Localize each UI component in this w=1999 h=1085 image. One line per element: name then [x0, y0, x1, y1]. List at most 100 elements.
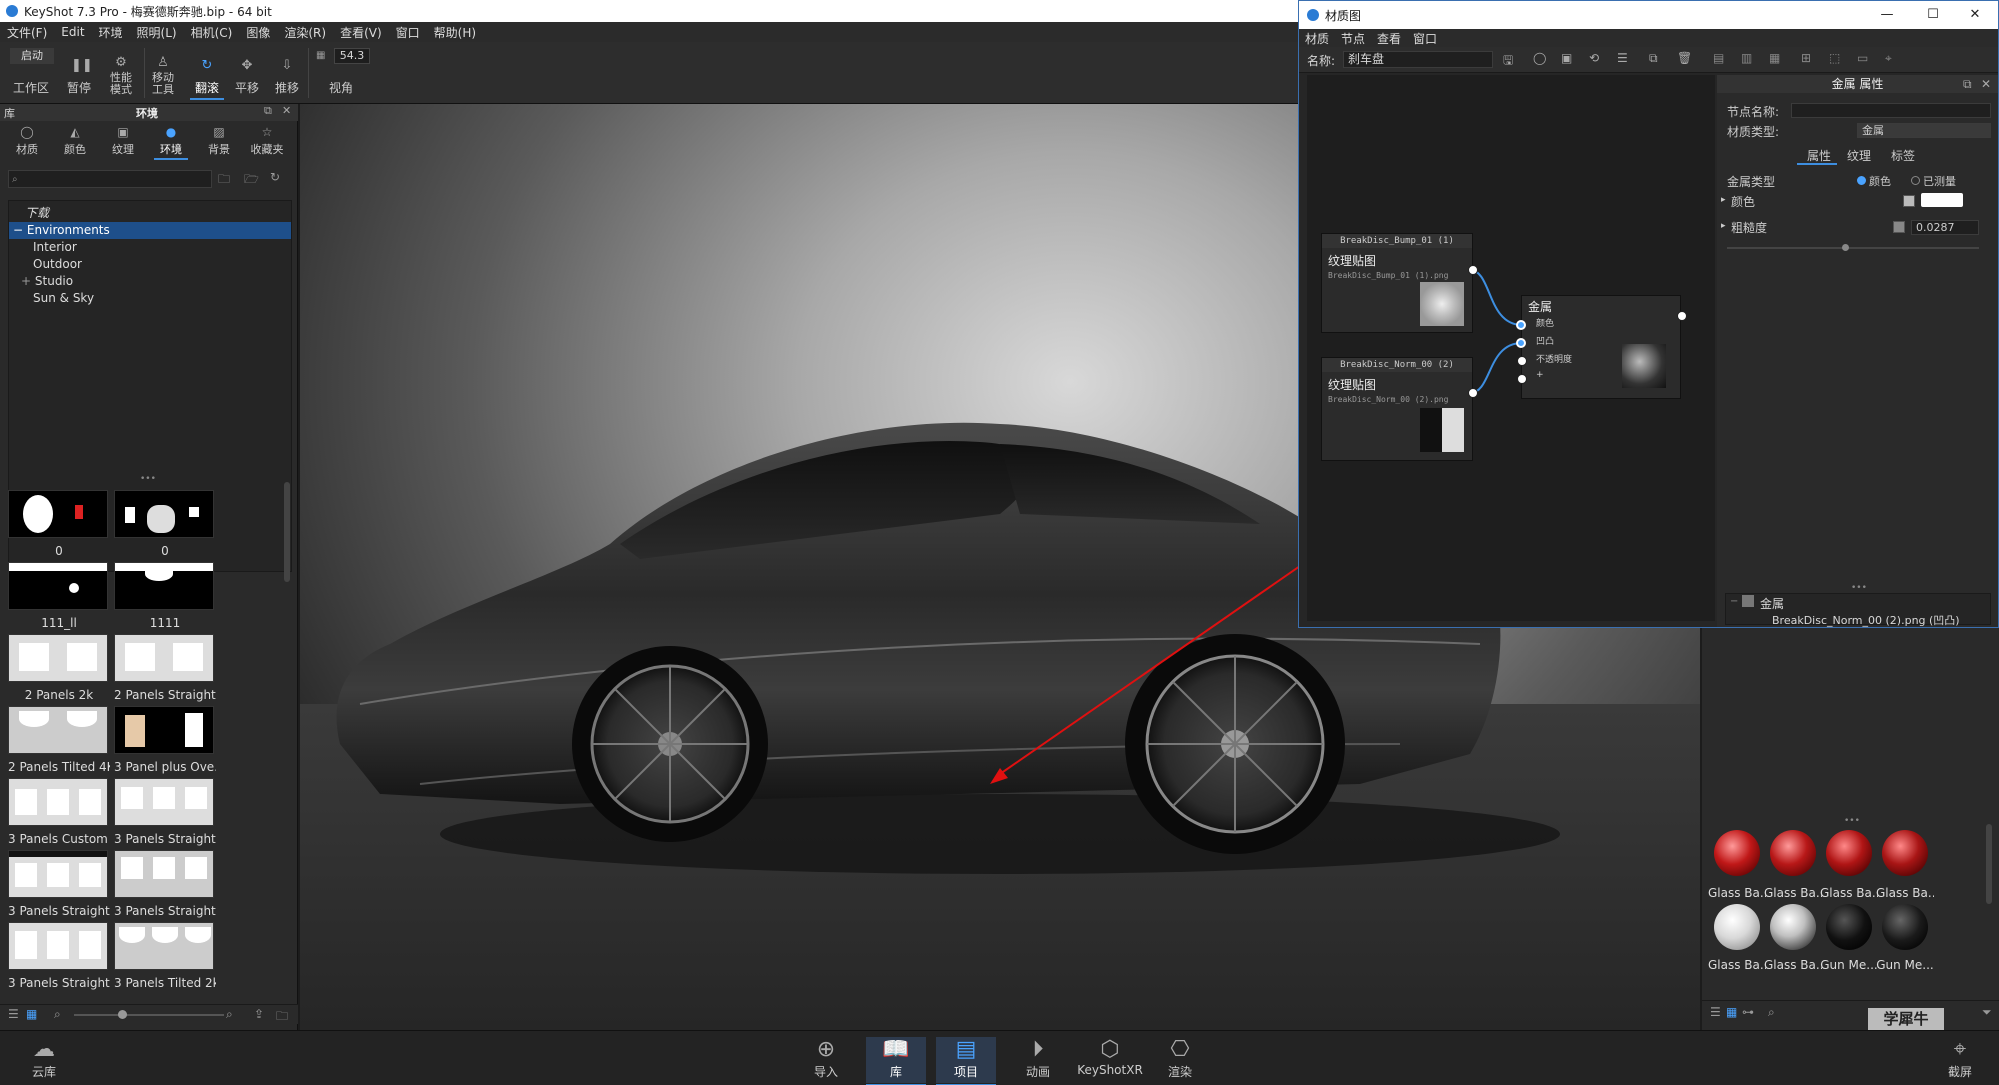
- splitter-handle[interactable]: •••: [1851, 583, 1867, 593]
- move-tool-button[interactable]: ♙ 移动 工具: [142, 46, 184, 100]
- tree-view-icon[interactable]: ⊶: [1742, 1005, 1754, 1019]
- env-thumb[interactable]: 3 Panel plus Ove...: [114, 706, 216, 776]
- env-thumb[interactable]: 111_ll: [8, 562, 110, 632]
- material-ball[interactable]: [1770, 904, 1816, 950]
- env-thumb[interactable]: 1111: [114, 562, 216, 632]
- thumbnail-size-slider[interactable]: [74, 1014, 224, 1016]
- pan-button[interactable]: ✥ 平移: [226, 46, 268, 100]
- history-icon[interactable]: ⟲: [1589, 51, 1599, 65]
- expand-icon[interactable]: +: [21, 274, 31, 288]
- zoom-in-icon[interactable]: ⌕: [226, 1007, 233, 1022]
- library-search-input[interactable]: ⌕: [8, 170, 212, 188]
- mg-menu-node[interactable]: 节点: [1335, 30, 1371, 47]
- tree-root-label[interactable]: 金属: [1760, 595, 1784, 612]
- layout-icon[interactable]: ▤: [1713, 51, 1724, 65]
- folder-add-icon[interactable]: 🗁: [244, 170, 259, 191]
- close-icon[interactable]: ✕: [282, 104, 291, 117]
- dolly-button[interactable]: ⇩ 推移: [266, 46, 308, 100]
- minimize-icon[interactable]: —: [1864, 1, 1910, 29]
- menu-file[interactable]: 文件(F): [0, 24, 54, 41]
- tab-textures[interactable]: ▣ 纹理: [100, 122, 146, 160]
- menu-window[interactable]: 窗口: [389, 24, 427, 41]
- adjust-icon[interactable]: ☰: [1617, 51, 1628, 65]
- close-icon[interactable]: ✕: [1981, 75, 1991, 93]
- texture-slot-icon[interactable]: [1893, 221, 1905, 233]
- tab-favorites[interactable]: ☆ 收藏夹: [244, 122, 290, 160]
- roughness-slider[interactable]: [1727, 247, 1979, 249]
- tab-backgrounds[interactable]: ▨ 背景: [196, 122, 242, 160]
- collapse-icon[interactable]: −: [13, 223, 23, 237]
- env-thumb[interactable]: 3 Panels Straight...: [114, 850, 216, 920]
- material-ball[interactable]: [1770, 830, 1816, 876]
- node-graph-canvas[interactable]: BreakDisc_Bump_01 (1) 纹理贴图 BreakDisc_Bum…: [1307, 75, 1715, 621]
- undock-icon[interactable]: ⧉: [1963, 75, 1972, 93]
- material-type-dropdown[interactable]: 金属: [1857, 123, 1991, 138]
- material-ball[interactable]: [1882, 830, 1928, 876]
- metal-type-measured-radio[interactable]: [1911, 176, 1920, 185]
- input-port-opacity[interactable]: [1517, 356, 1527, 366]
- material-name-input[interactable]: 刹车盘: [1343, 51, 1493, 68]
- color-swatch[interactable]: [1921, 193, 1963, 207]
- expand-arrow-icon[interactable]: ▸: [1721, 195, 1726, 205]
- splitter-handle[interactable]: •••: [1844, 816, 1860, 826]
- menu-environment[interactable]: 环境: [92, 24, 130, 41]
- thumbnail-scrollbar[interactable]: [284, 482, 290, 582]
- group-icon[interactable]: ▥: [1741, 51, 1752, 65]
- tab-labels[interactable]: 标签: [1891, 147, 1915, 164]
- env-thumb[interactable]: 3 Panels Straight...: [8, 922, 110, 992]
- tree-item-interior[interactable]: Interior: [9, 239, 291, 256]
- list-view-icon[interactable]: ☰: [8, 1007, 19, 1021]
- save-icon[interactable]: 🖫: [1503, 51, 1513, 72]
- materials-scrollbar[interactable]: [1986, 824, 1992, 904]
- tree-item-outdoor[interactable]: Outdoor: [9, 256, 291, 273]
- input-port-color[interactable]: [1516, 320, 1526, 330]
- grid-view-icon[interactable]: ▦: [1726, 1005, 1737, 1019]
- performance-mode-button[interactable]: ⚙ 性能 模式: [100, 46, 142, 100]
- zoom-out-icon[interactable]: ⌕: [54, 1007, 61, 1022]
- tab-properties[interactable]: 属性: [1807, 147, 1831, 164]
- project-button[interactable]: ▤ 项目: [936, 1037, 996, 1085]
- tab-environments[interactable]: ● 环境: [148, 122, 194, 160]
- filter-icon[interactable]: ⏷: [1982, 1005, 1992, 1020]
- upload-icon[interactable]: ⇪: [254, 1007, 264, 1021]
- menu-lighting[interactable]: 照明(L): [130, 24, 184, 41]
- folder-icon[interactable]: 🗀: [276, 1007, 288, 1028]
- screenshot-button[interactable]: ⌖ 截屏: [1930, 1037, 1990, 1083]
- tree-item-downloads[interactable]: 下载: [9, 205, 291, 222]
- input-port-add[interactable]: [1517, 374, 1527, 384]
- tab-textures[interactable]: 纹理: [1847, 147, 1871, 164]
- material-sphere-icon[interactable]: ◯: [1533, 51, 1546, 65]
- tab-materials[interactable]: ◯ 材质: [4, 122, 50, 160]
- node-name-input[interactable]: [1791, 103, 1991, 118]
- menu-edit[interactable]: Edit: [54, 25, 91, 39]
- env-thumb[interactable]: 2 Panels Tilted 4K: [8, 706, 110, 776]
- tree-item-sun-sky[interactable]: Sun & Sky: [9, 290, 291, 307]
- menu-image[interactable]: 图像: [239, 24, 277, 41]
- material-ball[interactable]: [1826, 904, 1872, 950]
- pause-button[interactable]: ❚❚ 暂停: [58, 46, 100, 100]
- menu-view[interactable]: 查看(V): [333, 24, 389, 41]
- frame-icon[interactable]: ⬚: [1829, 51, 1840, 65]
- texture-icon[interactable]: ▣: [1561, 51, 1572, 65]
- close-icon[interactable]: ✕: [1952, 1, 1998, 29]
- align-icon[interactable]: ⊞: [1801, 51, 1811, 65]
- menu-help[interactable]: 帮助(H): [427, 24, 483, 41]
- mg-menu-material[interactable]: 材质: [1299, 30, 1335, 47]
- slider-thumb[interactable]: [118, 1010, 127, 1019]
- material-ball[interactable]: [1882, 904, 1928, 950]
- mg-menu-view[interactable]: 查看: [1371, 30, 1407, 47]
- expand-arrow-icon[interactable]: ▸: [1721, 221, 1726, 231]
- texture-slot-icon[interactable]: [1903, 195, 1915, 207]
- tree-item-studio[interactable]: + Studio: [9, 273, 291, 290]
- env-thumb[interactable]: 3 Panels Straight...: [8, 850, 110, 920]
- animation-button[interactable]: ⏵ 动画: [1008, 1037, 1068, 1083]
- output-port[interactable]: [1677, 311, 1687, 321]
- roughness-input[interactable]: 0.0287: [1911, 220, 1979, 235]
- fov-input[interactable]: 54.3: [334, 48, 370, 64]
- texture-node-bump[interactable]: BreakDisc_Bump_01 (1) 纹理贴图 BreakDisc_Bum…: [1321, 233, 1473, 333]
- menu-render[interactable]: 渲染(R): [277, 24, 333, 41]
- panel-icon[interactable]: ▭: [1857, 51, 1868, 65]
- grid-view-icon[interactable]: ▦: [26, 1007, 37, 1021]
- library-button[interactable]: 📖 库: [866, 1037, 926, 1085]
- undock-icon[interactable]: ⧉: [264, 104, 272, 118]
